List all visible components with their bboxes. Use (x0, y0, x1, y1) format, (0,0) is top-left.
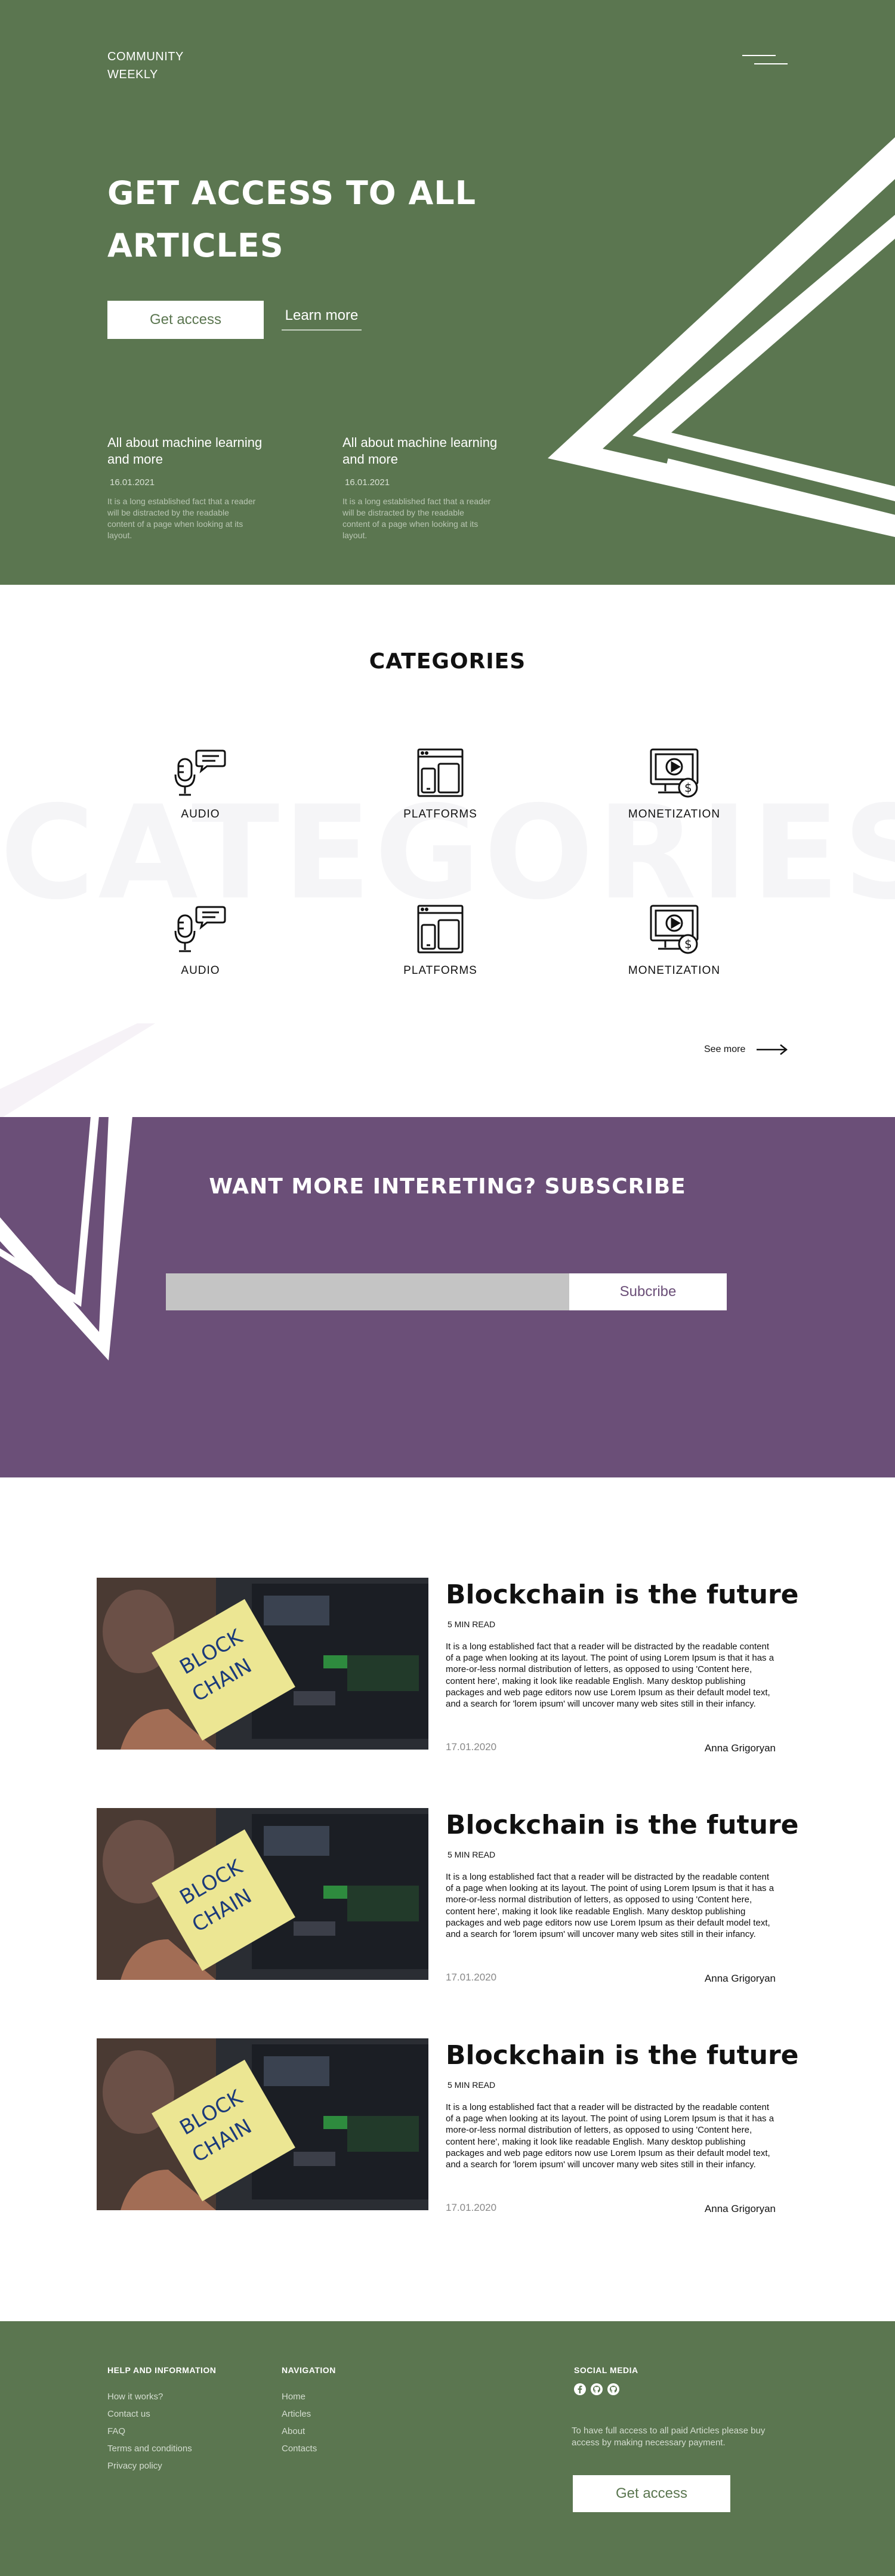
brand-logo[interactable]: COMMUNITY WEEKLY (107, 48, 184, 84)
footer-link[interactable]: FAQ (107, 2423, 216, 2440)
article-card: BLOCK CHAIN Blockchain is the future 5 M… (97, 2038, 799, 2214)
article-author: Anna Grigoryan (704, 1742, 776, 1754)
footer-link[interactable]: Contacts (282, 2440, 336, 2457)
arrow-right-icon (757, 1044, 788, 1055)
svg-text:$: $ (684, 937, 692, 951)
article-image[interactable]: BLOCK CHAIN (97, 1578, 428, 1750)
footer-help-title: HELP AND INFORMATION (107, 2365, 217, 2375)
footer-link[interactable]: Home (282, 2388, 336, 2405)
article-image[interactable]: BLOCK CHAIN (97, 1808, 428, 1980)
article-body: It is a long established fact that a rea… (446, 1872, 774, 1940)
article-author: Anna Grigoryan (704, 2203, 776, 2214)
footer-get-access-button[interactable]: Get access (573, 2475, 730, 2512)
hero-post-date: 16.01.2021 (110, 477, 155, 488)
article-image[interactable]: BLOCK CHAIN (97, 2038, 428, 2210)
blockchain-note-image: BLOCK CHAIN (97, 1808, 428, 1980)
category-platforms[interactable]: PLATFORMS (363, 746, 518, 821)
category-label: AUDIO (181, 808, 220, 820)
footer-social-title: SOCIAL MEDIA (574, 2365, 638, 2375)
hero-post-card[interactable]: All about machine learning and more 16.0… (107, 434, 286, 541)
category-label: MONETIZATION (628, 964, 721, 977)
devices-icon (417, 905, 464, 954)
hamburger-icon[interactable] (742, 53, 788, 67)
footer: HELP AND INFORMATION How it works? Conta… (0, 2321, 895, 2576)
footer-link[interactable]: Privacy policy (107, 2457, 216, 2475)
category-platforms[interactable]: PLATFORMS (363, 902, 518, 977)
category-monetization[interactable]: $ MONETIZATION (597, 746, 752, 821)
hero-post-card[interactable]: All about machine learning and more 16.0… (342, 434, 521, 541)
footer-link[interactable]: About (282, 2423, 336, 2440)
triangle-decoration (0, 1023, 155, 1117)
hero-post-title: All about machine learning and more (107, 435, 263, 467)
article-author: Anna Grigoryan (704, 1973, 776, 1984)
article-title[interactable]: Blockchain is the future (446, 1578, 799, 1612)
blockchain-note-image: BLOCK CHAIN (97, 2038, 428, 2210)
hero-post-date: 16.01.2021 (345, 477, 390, 488)
subscribe-title: WANT MORE INTERETING? SUBSCRIBE (209, 1174, 686, 1199)
svg-text:$: $ (684, 780, 692, 795)
category-monetization[interactable]: $ MONETIZATION (597, 902, 752, 977)
footer-link[interactable]: Contact us (107, 2405, 216, 2423)
article-card: BLOCK CHAIN Blockchain is the future 5 M… (97, 1808, 799, 1984)
get-access-button[interactable]: Get access (107, 301, 264, 339)
learn-more-link[interactable]: Learn more (282, 301, 362, 331)
footer-navigation-title: NAVIGATION (282, 2365, 336, 2375)
hero-section: COMMUNITY WEEKLY GET ACCESS TO ALL ARTIC… (0, 0, 895, 585)
read-time: 5 MIN READ (448, 2080, 496, 2090)
triangle-decoration (0, 1117, 132, 1361)
article-body: It is a long established fact that a rea… (446, 1642, 774, 1710)
articles-section: BLOCK CHAIN Blockchain is the future 5 M… (0, 1477, 895, 2321)
footer-link[interactable]: Terms and conditions (107, 2440, 216, 2457)
hero-title: GET ACCESS TO ALL ARTICLES (107, 174, 477, 264)
hero-post-title: All about machine learning and more (342, 435, 498, 467)
footer-link[interactable]: Articles (282, 2405, 336, 2423)
category-label: PLATFORMS (403, 808, 477, 820)
category-audio[interactable]: AUDIO (123, 902, 278, 977)
footer-social-column: SOCIAL MEDIA (574, 2365, 638, 2395)
facebook-icon[interactable] (574, 2383, 586, 2395)
read-time: 5 MIN READ (448, 1619, 496, 1629)
video-monetization-icon: $ (650, 748, 699, 798)
article-date: 17.01.2020 (446, 1972, 497, 1983)
category-audio[interactable]: AUDIO (123, 746, 278, 821)
category-label: AUDIO (181, 964, 220, 977)
article-body: It is a long established fact that a rea… (446, 2102, 774, 2170)
article-title[interactable]: Blockchain is the future (446, 1808, 799, 1843)
brand-line-1: COMMUNITY (107, 50, 184, 63)
hero-post-excerpt: It is a long established fact that a rea… (342, 496, 491, 540)
see-more-link[interactable]: See more (704, 1041, 794, 1059)
category-label: PLATFORMS (403, 964, 477, 977)
podcast-microphone-icon (174, 749, 226, 796)
read-time: 5 MIN READ (448, 1850, 496, 1859)
hero-post-excerpt: It is a long established fact that a rea… (107, 496, 256, 540)
categories-section: CATEGORIES CATEGORIES AUDIO PLATFORMS $ … (0, 585, 895, 1117)
github-icon[interactable] (591, 2383, 603, 2395)
blockchain-note-image: BLOCK CHAIN (97, 1578, 428, 1750)
see-more-label: See more (704, 1044, 746, 1054)
subscribe-button[interactable]: Subcribe (569, 1273, 727, 1310)
footer-access-note: To have full access to all paid Articles… (572, 2426, 766, 2448)
podcast-microphone-icon (174, 906, 226, 952)
footer-link[interactable]: How it works? (107, 2388, 216, 2405)
article-card: BLOCK CHAIN Blockchain is the future 5 M… (97, 1578, 799, 1754)
brand-line-2: WEEKLY (107, 68, 158, 81)
footer-help-column: HELP AND INFORMATION How it works? Conta… (107, 2365, 216, 2475)
article-title[interactable]: Blockchain is the future (446, 2038, 799, 2073)
devices-icon (417, 748, 464, 797)
video-monetization-icon: $ (650, 905, 699, 954)
github-icon[interactable] (607, 2383, 619, 2395)
email-field[interactable] (166, 1273, 569, 1310)
article-date: 17.01.2020 (446, 1741, 497, 1753)
categories-title: CATEGORIES (369, 649, 526, 674)
article-date: 17.01.2020 (446, 2202, 497, 2213)
footer-navigation-column: NAVIGATION Home Articles About Contacts (282, 2365, 336, 2457)
category-label: MONETIZATION (628, 808, 721, 820)
subscribe-section: WANT MORE INTERETING? SUBSCRIBE Subcribe (0, 1117, 895, 1477)
